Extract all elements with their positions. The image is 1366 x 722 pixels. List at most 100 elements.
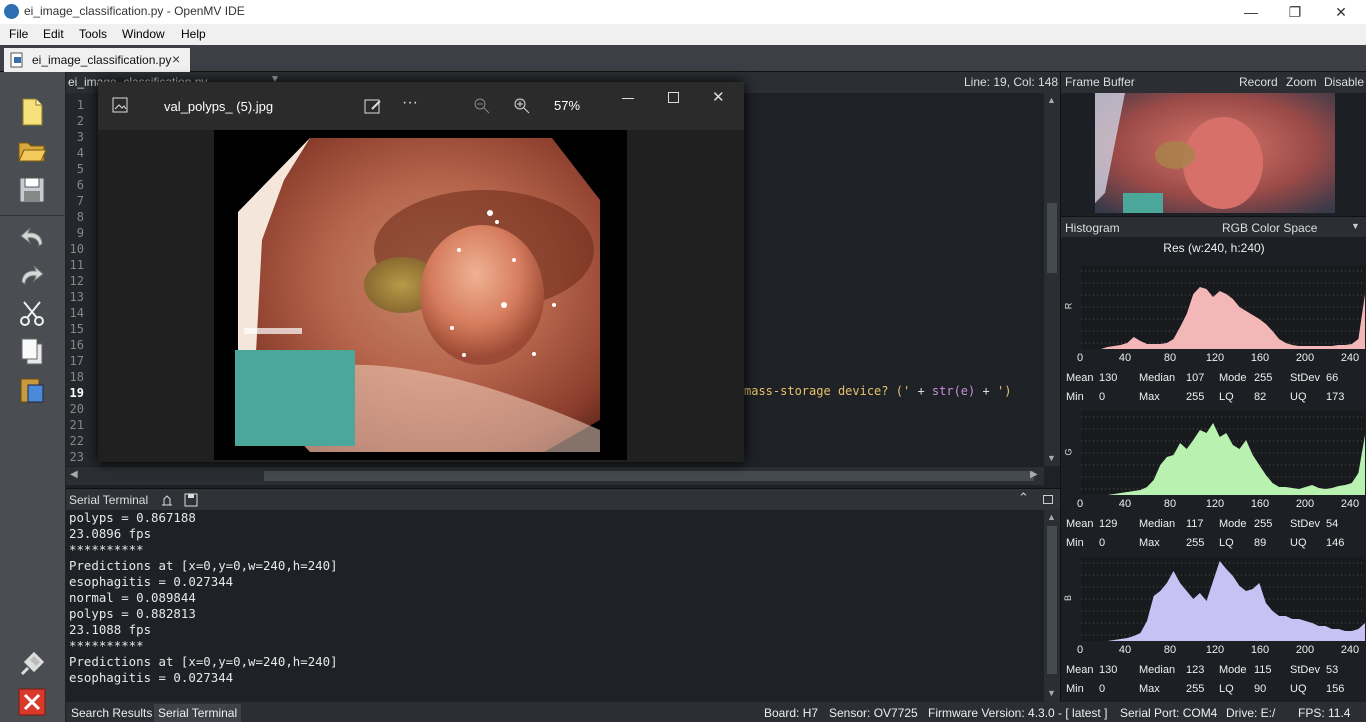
histogram-header: Histogram RGB Color Space ▼	[1061, 216, 1366, 237]
file-tab[interactable]: ei_image_classification.py ×	[4, 48, 190, 72]
x-tick-label: 40	[1118, 644, 1132, 656]
more-options-icon[interactable]: ···	[402, 94, 418, 112]
menu-tools[interactable]: Tools	[79, 27, 107, 41]
histogram-b-area	[1081, 561, 1365, 641]
serial-line: esophagitis = 0.027344	[69, 574, 234, 589]
file-tab-close-icon[interactable]: ×	[172, 51, 180, 67]
serial-save-icon[interactable]	[184, 493, 198, 507]
restore-button[interactable]: ❐	[1272, 2, 1318, 22]
x-tick-label: 80	[1163, 644, 1177, 656]
serial-line: 23.1088 fps	[69, 622, 152, 637]
redo-icon[interactable]	[16, 260, 48, 292]
zoom-button[interactable]: Zoom	[1286, 75, 1317, 89]
line-number: 13	[69, 290, 84, 304]
copy-icon[interactable]	[16, 336, 48, 368]
serial-vertical-scrollbar[interactable]: ▲ ▼	[1044, 510, 1060, 702]
line-number: 14	[69, 306, 84, 320]
x-tick-label: 120	[1205, 352, 1225, 364]
serial-line: polyps = 0.882813	[69, 606, 196, 621]
undo-icon[interactable]	[16, 222, 48, 254]
save-icon[interactable]	[16, 174, 48, 206]
tab-serial-terminal[interactable]: Serial Terminal	[154, 704, 242, 722]
line-number: 11	[69, 258, 84, 272]
x-tick-label: 40	[1118, 352, 1132, 364]
image-gallery-icon[interactable]	[112, 97, 128, 113]
line-number: 5	[76, 162, 84, 176]
histogram-stats-row: Mean 129 Median 117 Mode 255 StDev 54	[1066, 518, 1339, 530]
line-number: 3	[76, 130, 84, 144]
chevron-down-icon[interactable]: ▼	[1351, 221, 1360, 231]
record-button[interactable]: Record	[1239, 75, 1278, 89]
line-number: 8	[76, 210, 84, 224]
line-number-gutter: 1 2 3 4 5 6 7 8 9 10 11 12 13 14 15 16 17 18 19 20 21 22 23	[66, 93, 100, 466]
viewer-maximize-icon[interactable]	[668, 92, 679, 103]
open-folder-icon[interactable]	[16, 134, 48, 166]
channel-label: G	[1063, 448, 1074, 456]
line-number: 15	[69, 322, 84, 336]
serial-settings-icon[interactable]	[160, 493, 174, 507]
line-number: 9	[76, 226, 84, 240]
cursor-position: Line: 19, Col: 148	[964, 75, 1059, 89]
line-number: 20	[69, 402, 84, 416]
close-button[interactable]: ✕	[1318, 2, 1364, 22]
menu-edit[interactable]: Edit	[43, 27, 64, 41]
histogram-title: Histogram	[1065, 221, 1120, 235]
x-tick-label: 0	[1076, 644, 1084, 656]
status-serial-port: Serial Port: COM4	[1120, 706, 1218, 720]
cut-icon[interactable]	[16, 298, 48, 330]
status-board: Board: H7	[764, 706, 819, 720]
line-number: 12	[69, 274, 84, 288]
viewer-close-icon[interactable]: ✕	[712, 88, 725, 106]
histogram-r-area	[1081, 287, 1365, 349]
status-firmware[interactable]: Firmware Version: 4.3.0 - [ latest ]	[928, 706, 1107, 720]
zoom-out-icon[interactable]	[474, 98, 490, 114]
histogram-stats-row: Min 0 Max 255 LQ 82 UQ 173	[1066, 391, 1345, 403]
photo-viewer-window: val_polyps_ (5).jpg ··· 57% ✕	[98, 82, 744, 462]
serial-line: Predictions at [x=0,y=0,w=240,h=240]	[69, 654, 338, 669]
viewer-minimize-icon[interactable]	[622, 98, 634, 99]
right-panel: Frame Buffer Record Zoom Disable Histogr…	[1060, 72, 1366, 702]
line-number: 21	[69, 418, 84, 432]
frame-buffer-image[interactable]	[1095, 93, 1335, 213]
photo-filename: val_polyps_ (5).jpg	[164, 99, 274, 114]
disable-button[interactable]: Disable	[1324, 75, 1364, 89]
histogram-r-plot	[1081, 265, 1365, 349]
x-tick-label: 240	[1340, 644, 1360, 656]
photo-viewer-toolbar: val_polyps_ (5).jpg ··· 57% ✕	[98, 82, 744, 130]
menu-help[interactable]: Help	[181, 27, 206, 41]
histogram-resolution: Res (w:240, h:240)	[1163, 241, 1265, 255]
menu-file[interactable]: File	[9, 27, 28, 41]
code-line-19: mass-storage device? (' + str(e) + ')	[744, 384, 1012, 398]
line-number: 17	[69, 354, 84, 368]
editor-vertical-scrollbar[interactable]: ▲ ▼	[1044, 93, 1060, 466]
menu-window[interactable]: Window	[122, 27, 165, 41]
edit-image-icon[interactable]	[364, 97, 382, 115]
histogram-b-plot	[1081, 557, 1365, 641]
status-bar: Search Results Serial Terminal Board: H7…	[66, 702, 1366, 722]
line-number: 1	[76, 98, 84, 112]
paste-icon[interactable]	[16, 374, 48, 406]
x-tick-label: 0	[1076, 352, 1084, 364]
new-file-icon[interactable]	[16, 96, 48, 128]
undock-icon[interactable]	[1043, 495, 1053, 504]
tab-search-results[interactable]: Search Results	[71, 706, 152, 720]
x-tick-label: 200	[1295, 498, 1315, 510]
histogram-stats-row: Mean 130 Median 123 Mode 115 StDev 53	[1066, 664, 1339, 676]
status-drive: Drive: E:/	[1226, 706, 1276, 720]
connect-icon[interactable]	[16, 648, 48, 680]
collapse-icon[interactable]: ⌃	[1018, 490, 1029, 506]
editor-horizontal-scrollbar[interactable]: ◀ ▶	[66, 467, 1044, 485]
line-number: 10	[69, 242, 84, 256]
status-fps: FPS: 11.4	[1298, 706, 1351, 720]
endoscopy-photo	[214, 130, 627, 460]
serial-line: esophagitis = 0.027344	[69, 670, 234, 685]
x-tick-label: 160	[1250, 644, 1270, 656]
stop-icon[interactable]	[16, 686, 48, 718]
color-space-select[interactable]: RGB Color Space	[1222, 221, 1317, 235]
frame-buffer-title: Frame Buffer	[1065, 75, 1135, 89]
serial-terminal-output[interactable]: polyps = 0.867188 23.0896 fps ********** Pr…	[66, 510, 1044, 702]
zoom-in-icon[interactable]	[514, 98, 530, 114]
histogram-stats-row: Min 0 Max 255 LQ 89 UQ 146	[1066, 537, 1345, 549]
minimize-button[interactable]: —	[1228, 2, 1274, 22]
histogram-stats-row: Mean 130 Median 107 Mode 255 StDev 66	[1066, 372, 1339, 384]
